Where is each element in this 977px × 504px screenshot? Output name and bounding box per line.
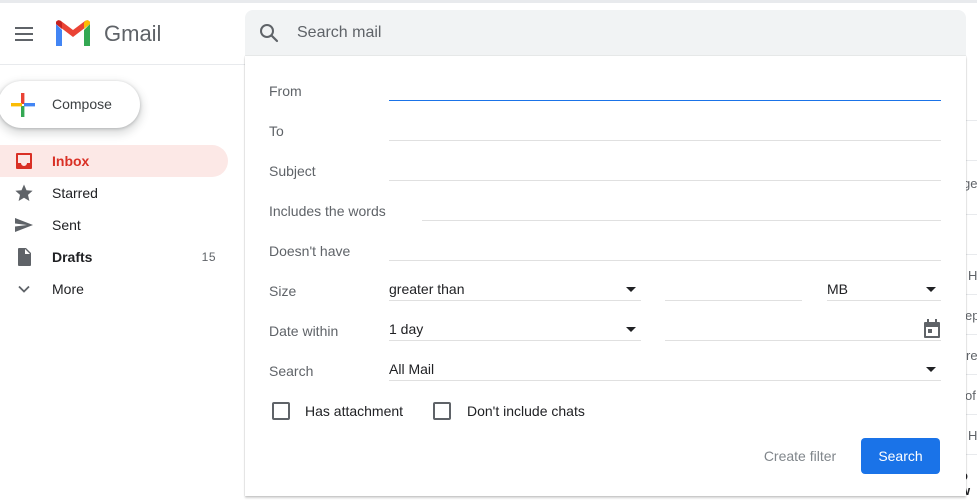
list-item-fragment: H: [968, 428, 977, 443]
drafts-count: 15: [201, 250, 216, 264]
sidebar-item-label: Starred: [52, 185, 98, 201]
size-operator-select[interactable]: greater than: [389, 280, 641, 301]
has-attachment-checkbox[interactable]: [272, 402, 290, 420]
sidebar-item-label: Sent: [52, 217, 81, 233]
list-item-fragment: re: [966, 348, 977, 363]
main-menu-button[interactable]: [12, 22, 36, 46]
sidebar-item-starred[interactable]: Starred: [0, 177, 228, 209]
includes-words-label: Includes the words: [269, 203, 386, 219]
sidebar-item-label: Inbox: [52, 153, 90, 169]
includes-words-field[interactable]: [422, 200, 941, 221]
size-unit-select[interactable]: MB: [827, 280, 941, 301]
sidebar-item-inbox[interactable]: Inbox: [0, 145, 228, 177]
send-icon: [15, 218, 33, 232]
to-field[interactable]: [389, 120, 941, 141]
sidebar-item-sent[interactable]: Sent: [0, 209, 228, 241]
date-field[interactable]: [665, 319, 941, 341]
hamburger-icon-bar: [15, 33, 33, 35]
date-within-value: 1 day: [389, 321, 424, 337]
sidebar-item-label: More: [52, 281, 84, 297]
dont-include-chats-label: Don't include chats: [467, 403, 585, 419]
from-label: From: [269, 83, 302, 99]
doesnt-have-label: Doesn't have: [269, 243, 351, 259]
star-icon: [15, 184, 33, 201]
from-field[interactable]: [389, 80, 941, 101]
draft-file-icon: [18, 248, 31, 266]
sidebar-item-label: Drafts: [52, 249, 93, 265]
create-filter-button[interactable]: Create filter: [745, 438, 855, 474]
sidebar-item-drafts[interactable]: Drafts 15: [0, 241, 228, 273]
compose-button[interactable]: Compose: [0, 81, 140, 128]
dropdown-arrow-icon: [626, 287, 636, 292]
compose-label: Compose: [52, 96, 112, 112]
dropdown-arrow-icon: [926, 287, 936, 292]
chevron-down-icon: [18, 285, 30, 293]
size-unit-value: MB: [827, 281, 848, 297]
has-attachment-label: Has attachment: [305, 403, 404, 419]
gmail-logo-icon[interactable]: [54, 19, 92, 48]
advanced-search-panel: From To Subject Includes the words Doesn…: [245, 56, 966, 496]
search-input[interactable]: [297, 22, 897, 44]
inbox-icon: [16, 153, 32, 169]
search-button[interactable]: Search: [861, 438, 940, 474]
size-value-field[interactable]: [665, 280, 802, 301]
dropdown-arrow-icon: [626, 327, 636, 332]
list-item-fragment: of: [965, 388, 976, 403]
dont-include-chats-checkbox[interactable]: [433, 402, 451, 420]
search-scope-select[interactable]: All Mail: [389, 360, 941, 381]
size-operator-value: greater than: [389, 281, 465, 297]
sidebar-item-more[interactable]: More: [0, 273, 228, 305]
hamburger-icon-bar: [15, 39, 33, 41]
app-name: Gmail: [104, 21, 162, 46]
to-label: To: [269, 123, 284, 139]
subject-field[interactable]: [389, 160, 941, 181]
subject-label: Subject: [269, 163, 316, 179]
date-within-label: Date within: [269, 323, 339, 339]
list-item-fragment: H: [968, 268, 977, 283]
search-scope-value: All Mail: [389, 361, 435, 377]
size-label: Size: [269, 283, 297, 299]
date-within-select[interactable]: 1 day: [389, 320, 641, 341]
dropdown-arrow-icon: [926, 367, 936, 372]
header-divider: [0, 64, 245, 65]
search-scope-label: Search: [269, 363, 314, 379]
top-border: [0, 0, 977, 3]
search-bar[interactable]: [245, 10, 966, 56]
hamburger-icon: [15, 27, 33, 29]
doesnt-have-field[interactable]: [389, 240, 941, 261]
list-item-fragment: ep: [965, 308, 977, 323]
plus-icon: [11, 93, 35, 117]
calendar-icon[interactable]: [923, 319, 941, 339]
search-icon[interactable]: [259, 23, 279, 43]
